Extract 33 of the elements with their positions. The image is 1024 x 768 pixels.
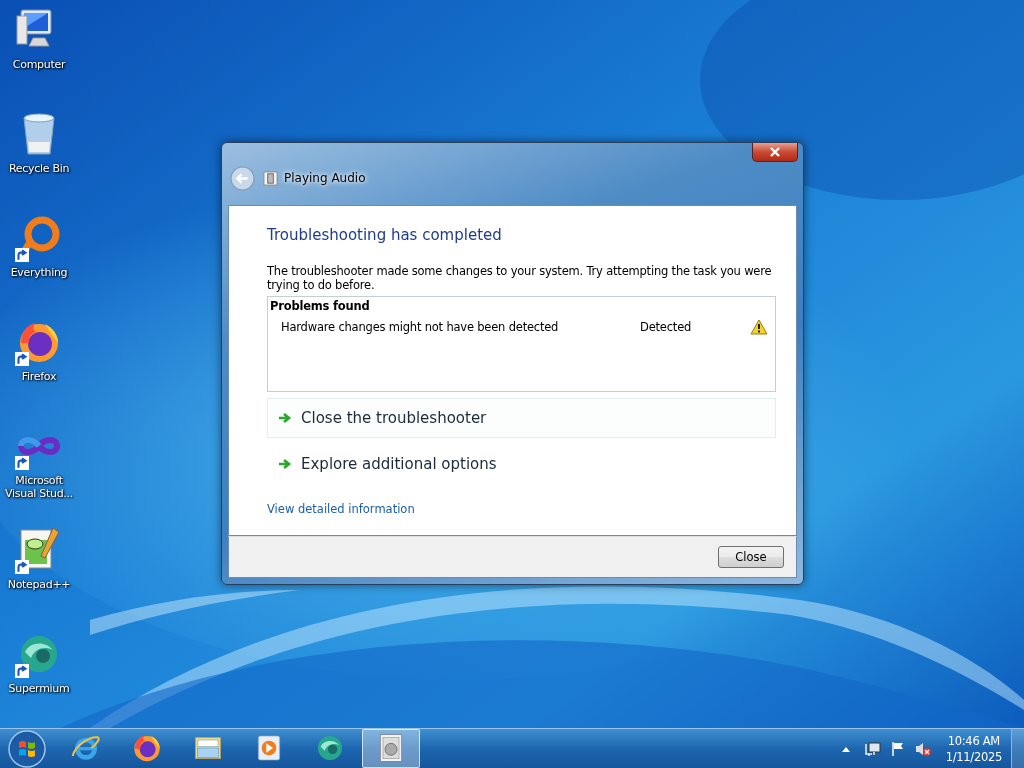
network-icon[interactable]: [864, 740, 881, 757]
heading: Troubleshooting has completed: [267, 226, 503, 244]
arrow-icon: [278, 458, 292, 470]
desktop-shortcut[interactable]: Computer: [0, 6, 78, 102]
command-link[interactable]: Explore additional options: [267, 444, 776, 484]
speaker-icon: [263, 170, 278, 186]
clock-date: 1/11/2025: [945, 748, 1002, 765]
warning-icon: [750, 319, 768, 335]
details-link[interactable]: View detailed information: [267, 502, 415, 516]
flag-icon[interactable]: [889, 740, 906, 757]
command-link[interactable]: Close the troubleshooter: [267, 398, 776, 438]
show-hidden-icons-button[interactable]: [841, 745, 850, 752]
arrow-icon: [278, 412, 292, 424]
desktop-shortcut[interactable]: Notepad++: [0, 526, 78, 622]
show-desktop-button[interactable]: [1011, 728, 1024, 768]
clock-time: 10:46 AM: [947, 732, 1000, 749]
problem-text: Hardware changes might not have been detected: [281, 320, 560, 334]
window-title: Playing Audio: [284, 171, 366, 185]
status-text: Detected: [640, 320, 693, 334]
desktop-shortcut[interactable]: Recycle Bin: [0, 110, 78, 206]
start-button[interactable]: [7, 728, 47, 768]
close-button[interactable]: [752, 143, 798, 162]
desktop-shortcut[interactable]: Everything: [0, 214, 78, 310]
desktop-shortcut[interactable]: Supermium: [0, 630, 78, 726]
close-button[interactable]: Close: [718, 546, 784, 568]
clock[interactable]: 10:46 AM 1/11/2025: [945, 732, 1002, 765]
muted-speaker-icon[interactable]: [914, 740, 931, 757]
message-text: The troubleshooter made some changes to your system. Try attempting the task you were trying to do before.: [267, 264, 773, 292]
close-icon: [769, 147, 781, 157]
back-button[interactable]: [230, 165, 255, 191]
panel-header: Problems found: [270, 299, 371, 313]
desktop-shortcut[interactable]: Firefox: [0, 318, 78, 414]
desktop-shortcut[interactable]: Microsoft Visual Stud...: [0, 422, 78, 518]
